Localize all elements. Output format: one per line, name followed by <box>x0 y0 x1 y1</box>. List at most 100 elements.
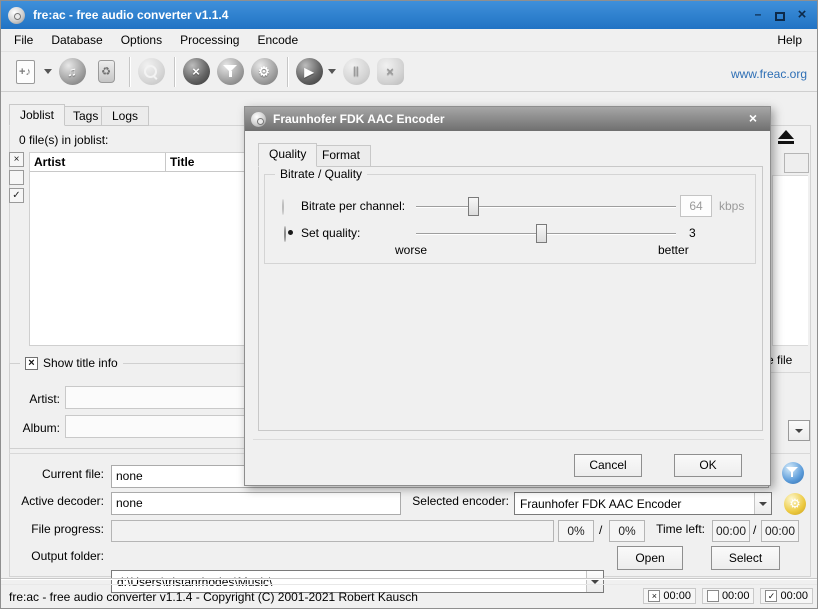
trash-icon: ♻ <box>98 60 115 83</box>
menu-help[interactable]: Help <box>768 29 811 51</box>
dialog-tab-quality[interactable]: Quality <box>258 143 317 167</box>
play-icon: ▶ <box>296 58 323 85</box>
cd-track-list[interactable] <box>772 175 808 346</box>
tab-joblist[interactable]: Joblist <box>9 104 65 126</box>
toolbar-separator <box>287 57 288 87</box>
bitrate-slider-thumb[interactable] <box>468 197 479 216</box>
open-button[interactable]: Open <box>617 546 683 570</box>
menu-processing[interactable]: Processing <box>171 30 248 50</box>
tab-logs[interactable]: Logs <box>101 106 149 126</box>
time-left-label: Time left: <box>649 518 705 536</box>
menu-file[interactable]: File <box>5 30 42 50</box>
bitrate-radio[interactable] <box>282 199 284 215</box>
pause-encoding-button[interactable]: ‖ <box>340 56 372 88</box>
status-bar: fre:ac - free audio converter v1.1.4 - C… <box>1 584 818 609</box>
search-cd-icon <box>138 58 165 85</box>
artist-label: Artist: <box>18 388 60 406</box>
divider <box>1 579 818 580</box>
active-decoder-field: none <box>111 492 401 515</box>
select-all-button[interactable]: × <box>9 152 24 167</box>
checked-tracks-time: ✓ 00:00 <box>760 588 813 604</box>
worse-label: worse <box>395 243 427 257</box>
funnel-icon <box>786 467 800 480</box>
active-decoder-label: Active decoder: <box>9 490 104 508</box>
menu-database[interactable]: Database <box>42 30 111 50</box>
dialog-close-button[interactable]: × <box>745 110 761 126</box>
configure-components-button[interactable]: ⚙ <box>248 56 280 88</box>
general-settings-button[interactable]: × <box>180 56 212 88</box>
progress-separator: / <box>599 523 602 537</box>
cddb-query-button[interactable] <box>135 56 167 88</box>
cancel-button[interactable]: Cancel <box>574 454 642 477</box>
current-file-label: Current file: <box>9 463 104 481</box>
minimize-button[interactable]: – <box>751 7 765 21</box>
processing-options-button[interactable] <box>214 56 246 88</box>
toolbar-separator <box>174 57 175 87</box>
start-encoding-dropdown-arrow[interactable] <box>328 69 336 74</box>
select-none-button[interactable] <box>9 170 24 185</box>
close-button[interactable]: × <box>795 7 809 21</box>
eject-icon-bar <box>778 141 794 144</box>
pause-icon: ‖ <box>343 58 370 85</box>
title-bar: fre:ac - free audio converter v1.1.4 – × <box>1 1 818 29</box>
clear-joblist-button[interactable]: ♻ <box>90 56 122 88</box>
freac-logo-icon <box>8 7 25 24</box>
gear-icon: ⚙ <box>789 496 801 512</box>
bitrate-radio-label: Bitrate per channel: <box>301 199 405 213</box>
column-header-title[interactable]: Title <box>166 153 198 171</box>
freac-main-window: fre:ac - free audio converter v1.1.4 – ×… <box>0 0 818 609</box>
menu-options[interactable]: Options <box>112 30 171 50</box>
stop-encoding-button[interactable]: × <box>374 56 406 88</box>
freac-website-link[interactable]: www.freac.org <box>731 67 807 81</box>
music-note-icon: ♫ <box>59 58 86 85</box>
selected-encoder-value: Fraunhofer FDK AAC Encoder <box>520 497 681 511</box>
tools-icon: × <box>183 58 210 85</box>
show-title-info-label: Show title info <box>43 356 118 370</box>
stop-icon: × <box>377 58 404 85</box>
bitrate-slider-track[interactable] <box>416 206 676 208</box>
configure-processing-icon[interactable] <box>782 462 804 484</box>
dialog-divider <box>253 439 764 440</box>
file-progress-bar <box>111 520 554 542</box>
group-title: Bitrate / Quality <box>280 167 362 181</box>
set-quality-radio[interactable] <box>284 226 286 242</box>
time-left-total: 00:00 <box>761 520 799 542</box>
dialog-title-bar: Fraunhofer FDK AAC Encoder × <box>245 107 770 131</box>
eject-button[interactable] <box>773 124 799 150</box>
chevron-down-icon <box>591 580 599 584</box>
add-files-dropdown-arrow[interactable] <box>44 69 52 74</box>
quality-slider-thumb[interactable] <box>536 224 547 243</box>
selected-encoder-combobox[interactable]: Fraunhofer FDK AAC Encoder <box>514 492 772 515</box>
eject-icon <box>778 130 794 139</box>
progress-track-percent: 0% <box>558 520 594 542</box>
toggle-selection-button[interactable]: ✓ <box>9 188 24 203</box>
show-title-info-checkbox[interactable]: × <box>25 357 38 370</box>
cd-drive-selector-partial[interactable] <box>784 153 809 173</box>
set-quality-radio-label: Set quality: <box>301 226 360 240</box>
quality-value: 3 <box>689 226 696 240</box>
menu-encode[interactable]: Encode <box>248 30 307 50</box>
add-files-icon: +♪ <box>16 60 35 84</box>
unselected-tracks-time: 00:00 <box>702 588 755 604</box>
maximize-button[interactable] <box>773 7 787 21</box>
divider <box>766 372 811 373</box>
configure-encoder-icon[interactable]: ⚙ <box>784 493 806 515</box>
start-encoding-button[interactable]: ▶ <box>293 56 325 88</box>
add-files-button[interactable]: +♪ <box>9 56 41 88</box>
smart-joblist-button[interactable]: ♫ <box>56 56 88 88</box>
toolbar: +♪ ♫ ♻ × ⚙ ▶ ‖ × <box>1 52 818 92</box>
x-box-icon: × <box>648 590 660 602</box>
right-pane-combo-arrow[interactable] <box>788 420 810 441</box>
better-label: better <box>658 243 689 257</box>
dialog-title: Fraunhofer FDK AAC Encoder <box>273 112 445 126</box>
dialog-tab-format[interactable]: Format <box>311 145 371 167</box>
chevron-down-icon <box>759 502 767 506</box>
gear-icon: ⚙ <box>251 58 278 85</box>
selected-encoder-label: Selected encoder: <box>405 490 509 508</box>
selected-encoder-dropdown-button[interactable] <box>754 493 771 514</box>
ok-button[interactable]: OK <box>674 454 742 477</box>
column-header-artist[interactable]: Artist <box>30 153 166 171</box>
select-button[interactable]: Select <box>711 546 780 570</box>
funnel-icon <box>217 58 244 85</box>
time-summary: × 00:00 00:00 ✓ 00:00 <box>643 588 813 604</box>
